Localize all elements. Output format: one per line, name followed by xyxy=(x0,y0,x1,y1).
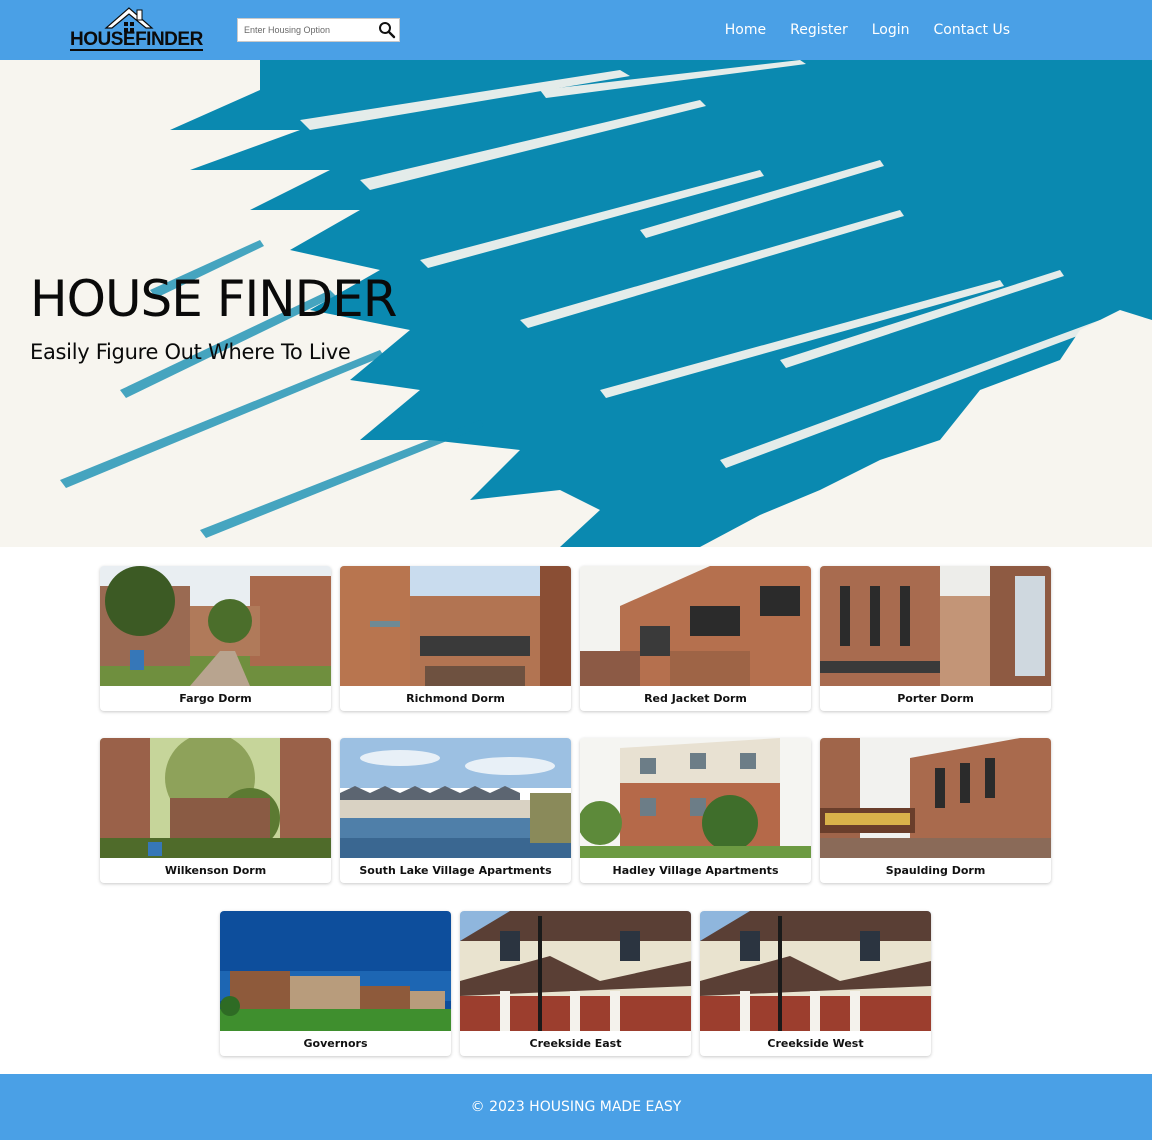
listing-label: Governors xyxy=(303,1037,368,1050)
listing-label: Creekside West xyxy=(767,1037,864,1050)
listing-card-creekside-east[interactable]: Creekside East xyxy=(460,911,691,1056)
hero-title: HOUSE FINDER xyxy=(30,270,398,328)
search-input[interactable] xyxy=(238,19,374,41)
nav-login-link[interactable]: Login xyxy=(872,22,910,38)
search-button[interactable] xyxy=(374,19,400,41)
footer: © 2023 HOUSING MADE EASY xyxy=(0,1074,1152,1140)
nav-register-link[interactable]: Register xyxy=(790,22,848,38)
listing-label: Wilkenson Dorm xyxy=(164,864,267,877)
listing-label: South Lake Village Apartments xyxy=(359,864,552,877)
listing-photo xyxy=(340,738,571,858)
listing-label: Richmond Dorm xyxy=(406,692,505,705)
listing-photo xyxy=(220,911,451,1031)
listing-label: Creekside East xyxy=(529,1037,622,1050)
listing-photo xyxy=(820,738,1051,858)
listing-label: Hadley Village Apartments xyxy=(612,864,779,877)
listing-photo xyxy=(100,566,331,686)
listing-photo xyxy=(460,911,691,1031)
listing-card-governors[interactable]: Governors xyxy=(220,911,451,1056)
search-icon xyxy=(379,22,396,39)
site-logo[interactable]: HOUSEFINDER xyxy=(70,6,203,54)
nav-home-link[interactable]: Home xyxy=(725,22,766,38)
footer-copyright: © 2023 HOUSING MADE EASY xyxy=(470,1099,682,1115)
listing-photo xyxy=(820,566,1051,686)
search-bar xyxy=(237,18,400,42)
listing-card-red-jacket[interactable]: Red Jacket Dorm xyxy=(580,566,811,711)
listing-photo xyxy=(700,911,931,1031)
listing-photo xyxy=(580,566,811,686)
listing-card-spaulding[interactable]: Spaulding Dorm xyxy=(820,738,1051,883)
listing-card-hadley[interactable]: Hadley Village Apartments xyxy=(580,738,811,883)
listing-label: Spaulding Dorm xyxy=(885,864,986,877)
nav-contact-link[interactable]: Contact Us xyxy=(934,22,1010,38)
hero-subtitle: Easily Figure Out Where To Live xyxy=(30,340,351,364)
logo-text: HOUSEFINDER xyxy=(70,29,203,51)
listing-card-porter[interactable]: Porter Dorm xyxy=(820,566,1051,711)
listing-label: Porter Dorm xyxy=(897,692,974,705)
navbar: HOUSEFINDER Home Register Login Contact … xyxy=(0,0,1152,60)
listing-card-wilkenson[interactable]: Wilkenson Dorm xyxy=(100,738,331,883)
main-nav: Home Register Login Contact Us xyxy=(725,0,1010,60)
listing-card-richmond[interactable]: Richmond Dorm xyxy=(340,566,571,711)
listing-photo xyxy=(340,566,571,686)
listing-card-fargo[interactable]: Fargo Dorm xyxy=(100,566,331,711)
listing-photo xyxy=(100,738,331,858)
listing-card-south-lake[interactable]: South Lake Village Apartments xyxy=(340,738,571,883)
listing-card-creekside-west[interactable]: Creekside West xyxy=(700,911,931,1056)
listing-label: Fargo Dorm xyxy=(179,692,252,705)
hero-banner: HOUSE FINDER Easily Figure Out Where To … xyxy=(0,60,1152,547)
listing-photo xyxy=(580,738,811,858)
listing-label: Red Jacket Dorm xyxy=(644,692,747,705)
